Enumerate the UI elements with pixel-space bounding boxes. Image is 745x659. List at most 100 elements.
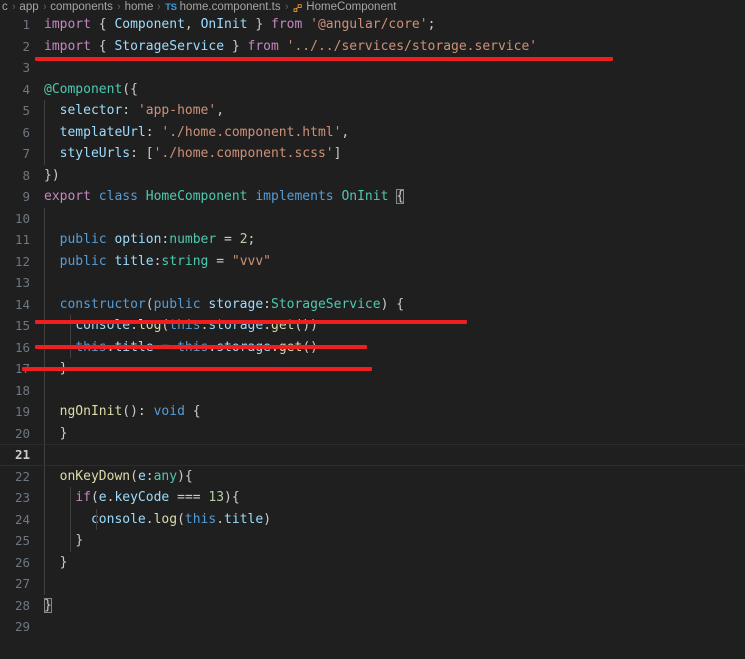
line-number: 6 — [22, 124, 30, 140]
code-line[interactable]: 10 — [0, 207, 745, 229]
code-line[interactable]: 25 } — [0, 530, 745, 552]
line-number: 24 — [14, 511, 30, 527]
code-line[interactable]: 29 — [0, 616, 745, 638]
code-line[interactable]: 4 @Component({ — [0, 79, 745, 101]
breadcrumb-item-app[interactable]: app — [19, 1, 38, 13]
line-content[interactable] — [30, 573, 745, 595]
code-line[interactable]: 19 ngOnInit(): void { — [0, 401, 745, 423]
line-content[interactable]: @Component({ — [30, 79, 745, 101]
line-number: 23 — [14, 490, 30, 505]
line-content[interactable] — [30, 272, 745, 294]
line-content[interactable] — [30, 445, 745, 465]
bracket-match-close: } — [44, 597, 52, 613]
line-content[interactable]: } — [30, 422, 745, 444]
breadcrumb-item-symbol[interactable]: HomeComponent — [292, 1, 396, 13]
line-content[interactable]: } — [30, 551, 745, 573]
breadcrumb-separator-icon: › — [157, 1, 161, 13]
code-line[interactable]: 24 console.log(this.title) — [0, 508, 745, 530]
breadcrumb-label: home.component.ts — [179, 1, 281, 13]
line-number: 20 — [14, 425, 30, 441]
line-content[interactable]: constructor(public storage:StorageServic… — [30, 293, 745, 315]
code-line[interactable]: 20 } — [0, 422, 745, 444]
line-number: 9 — [22, 189, 30, 204]
line-content[interactable]: ngOnInit(): void { — [30, 401, 745, 423]
line-number: 25 — [14, 533, 30, 548]
code-line[interactable]: 14 constructor(public storage:StorageSer… — [0, 293, 745, 315]
breadcrumb-item-components[interactable]: components — [50, 1, 113, 13]
breadcrumb-label: c — [2, 1, 8, 13]
breadcrumb-label: app — [19, 1, 39, 13]
code-line[interactable]: 11 public option:number = 2; — [0, 229, 745, 251]
breadcrumb-item-c[interactable]: c — [2, 1, 8, 13]
line-content[interactable] — [30, 207, 745, 229]
line-content[interactable]: console.log(this.title) — [30, 508, 745, 530]
code-line[interactable]: 26 } — [0, 551, 745, 573]
line-number: 18 — [14, 382, 30, 398]
line-number: 22 — [14, 468, 30, 484]
code-line[interactable]: 23 if(e.keyCode === 13){ — [0, 487, 745, 509]
line-number: 16 — [14, 339, 30, 355]
line-number: 29 — [14, 619, 30, 634]
code-line[interactable]: 15 console.log(this.storage.get()) — [0, 315, 745, 337]
line-number: 11 — [14, 232, 30, 247]
line-content[interactable]: templateUrl: './home.component.html', — [30, 121, 745, 143]
class-symbol-icon — [292, 3, 303, 14]
line-content[interactable]: onKeyDown(e:any){ — [30, 465, 745, 487]
line-content[interactable]: public option:number = 2; — [30, 229, 745, 251]
breadcrumb-label: components — [50, 1, 113, 13]
line-content[interactable]: } — [30, 595, 745, 617]
typescript-file-icon: TS — [165, 1, 177, 13]
annotation-underline-import — [35, 57, 613, 61]
line-content[interactable]: export class HomeComponent implements On… — [30, 186, 745, 208]
code-line-current[interactable]: 21 — [0, 444, 745, 466]
line-content[interactable]: console.log(this.storage.get()) — [30, 315, 745, 337]
code-line[interactable]: 18 — [0, 379, 745, 401]
line-content[interactable] — [30, 379, 745, 401]
breadcrumb-label: home — [124, 1, 154, 13]
code-editor[interactable]: 1 import { Component, OnInit } from '@an… — [0, 14, 745, 659]
line-number: 1 — [22, 17, 30, 32]
breadcrumb-item-home[interactable]: home — [125, 1, 154, 13]
line-number: 8 — [22, 167, 30, 183]
code-line[interactable]: 28 } — [0, 595, 745, 617]
breadcrumb-separator-icon: › — [42, 1, 46, 13]
code-line[interactable]: 22 onKeyDown(e:any){ — [0, 465, 745, 487]
line-number: 4 — [22, 81, 30, 97]
line-content[interactable]: import { Component, OnInit } from '@angu… — [30, 14, 745, 36]
code-line[interactable]: 8 }) — [0, 165, 745, 187]
annotation-underline-constructor — [35, 320, 467, 324]
line-content[interactable]: if(e.keyCode === 13){ — [30, 487, 745, 509]
line-number: 26 — [14, 554, 30, 570]
code-line[interactable]: 12 public title:string = "vvv" — [0, 250, 745, 272]
line-content[interactable]: }) — [30, 165, 745, 187]
code-line[interactable]: 9 export class HomeComponent implements … — [0, 186, 745, 208]
annotation-underline-title-assign — [22, 367, 372, 371]
code-line[interactable]: 6 templateUrl: './home.component.html', — [0, 121, 745, 143]
line-content[interactable]: selector: 'app-home', — [30, 100, 745, 122]
line-number: 19 — [14, 404, 30, 419]
line-number: 7 — [22, 146, 30, 161]
code-lines-container[interactable]: 1 import { Component, OnInit } from '@an… — [0, 14, 745, 638]
line-number: 27 — [14, 576, 30, 591]
line-number: 10 — [14, 210, 30, 226]
breadcrumb-item-file[interactable]: TS home.component.ts — [165, 1, 281, 13]
line-number: 5 — [22, 103, 30, 118]
code-line[interactable]: 27 — [0, 573, 745, 595]
breadcrumb-separator-icon: › — [12, 1, 16, 13]
breadcrumb: c › app › components › home › TS home.co… — [0, 0, 745, 14]
code-line[interactable]: 1 import { Component, OnInit } from '@an… — [0, 14, 745, 36]
code-line[interactable]: 7 styleUrls: ['./home.component.scss'] — [0, 143, 745, 165]
line-number: 12 — [14, 253, 30, 269]
line-number: 21 — [14, 447, 30, 462]
code-line[interactable]: 13 — [0, 272, 745, 294]
line-content[interactable]: styleUrls: ['./home.component.scss'] — [30, 143, 745, 165]
line-number: 28 — [14, 597, 30, 613]
line-number: 2 — [22, 38, 30, 54]
code-line[interactable]: 2 import { StorageService } from '../../… — [0, 36, 745, 58]
line-content[interactable] — [30, 616, 745, 638]
code-line[interactable]: 5 selector: 'app-home', — [0, 100, 745, 122]
line-content[interactable]: } — [30, 530, 745, 552]
line-content[interactable]: import { StorageService } from '../../se… — [30, 36, 745, 58]
line-number: 14 — [14, 296, 30, 312]
line-content[interactable]: public title:string = "vvv" — [30, 250, 745, 272]
